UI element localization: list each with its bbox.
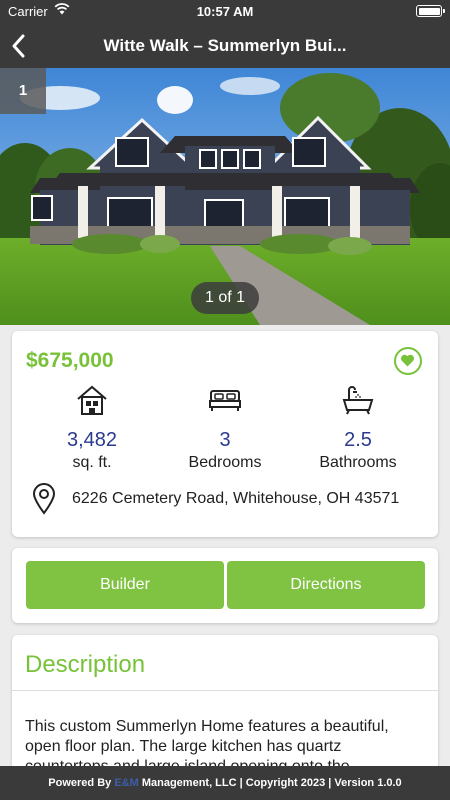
bed-icon xyxy=(209,390,241,411)
page-title: Witte Walk – Summerlyn Bui... xyxy=(103,36,347,55)
builder-button[interactable]: Builder xyxy=(26,561,224,609)
gallery-pager: 1 of 1 xyxy=(191,282,259,314)
bathtub-icon xyxy=(342,386,374,415)
listing-summary-card: $675,000 3,482 sq. ft. 3 Bedrooms 2.5 Ba… xyxy=(12,331,438,537)
photo-gallery[interactable]: 1 1 of 1 xyxy=(0,68,450,325)
stat-label: sq. ft. xyxy=(72,454,112,471)
footer-brand: E&M xyxy=(114,777,139,789)
favorite-button[interactable] xyxy=(394,347,422,375)
stat-label: Bedrooms xyxy=(188,454,262,471)
stat-value: 2.5 xyxy=(344,429,372,451)
stat-label: Bathrooms xyxy=(319,454,397,471)
nav-bar: Witte Walk – Summerlyn Bui... xyxy=(0,24,450,68)
stat-sqft: 3,482 sq. ft. xyxy=(22,383,162,472)
battery-icon xyxy=(416,5,445,17)
directions-button[interactable]: Directions xyxy=(227,561,425,609)
listing-price: $675,000 xyxy=(26,349,114,372)
footer-prefix: Powered By xyxy=(48,777,115,789)
location-pin-icon xyxy=(32,483,56,515)
description-heading: Description xyxy=(25,651,146,678)
photo-count-badge: 1 xyxy=(0,68,46,114)
status-bar: Carrier 10:57 AM xyxy=(0,0,450,24)
description-card: Description This custom Summerlyn Home f… xyxy=(12,635,438,775)
stat-value: 3,482 xyxy=(66,429,118,451)
back-chevron-icon[interactable] xyxy=(8,32,32,60)
footer-suffix: Management, LLC | Copyright 2023 | Versi… xyxy=(138,777,402,789)
stat-value: 3 xyxy=(219,429,231,451)
house-icon xyxy=(77,385,107,415)
footer-bar: Powered By E&M Management, LLC | Copyrig… xyxy=(0,766,450,800)
clock: 10:57 AM xyxy=(196,4,254,19)
address-row[interactable]: 6226 Cemetery Road, Whitehouse, OH 43571 xyxy=(32,483,432,515)
actions-card: Builder Directions xyxy=(12,548,438,623)
heart-icon xyxy=(400,354,415,367)
stat-bathrooms: 2.5 Bathrooms xyxy=(288,383,428,472)
address-text: 6226 Cemetery Road, Whitehouse, OH 43571 xyxy=(72,490,400,507)
stat-bedrooms: 3 Bedrooms xyxy=(155,383,295,472)
top-bar: Carrier 10:57 AM Witte Walk – Summerlyn … xyxy=(0,0,450,68)
divider xyxy=(12,690,438,691)
